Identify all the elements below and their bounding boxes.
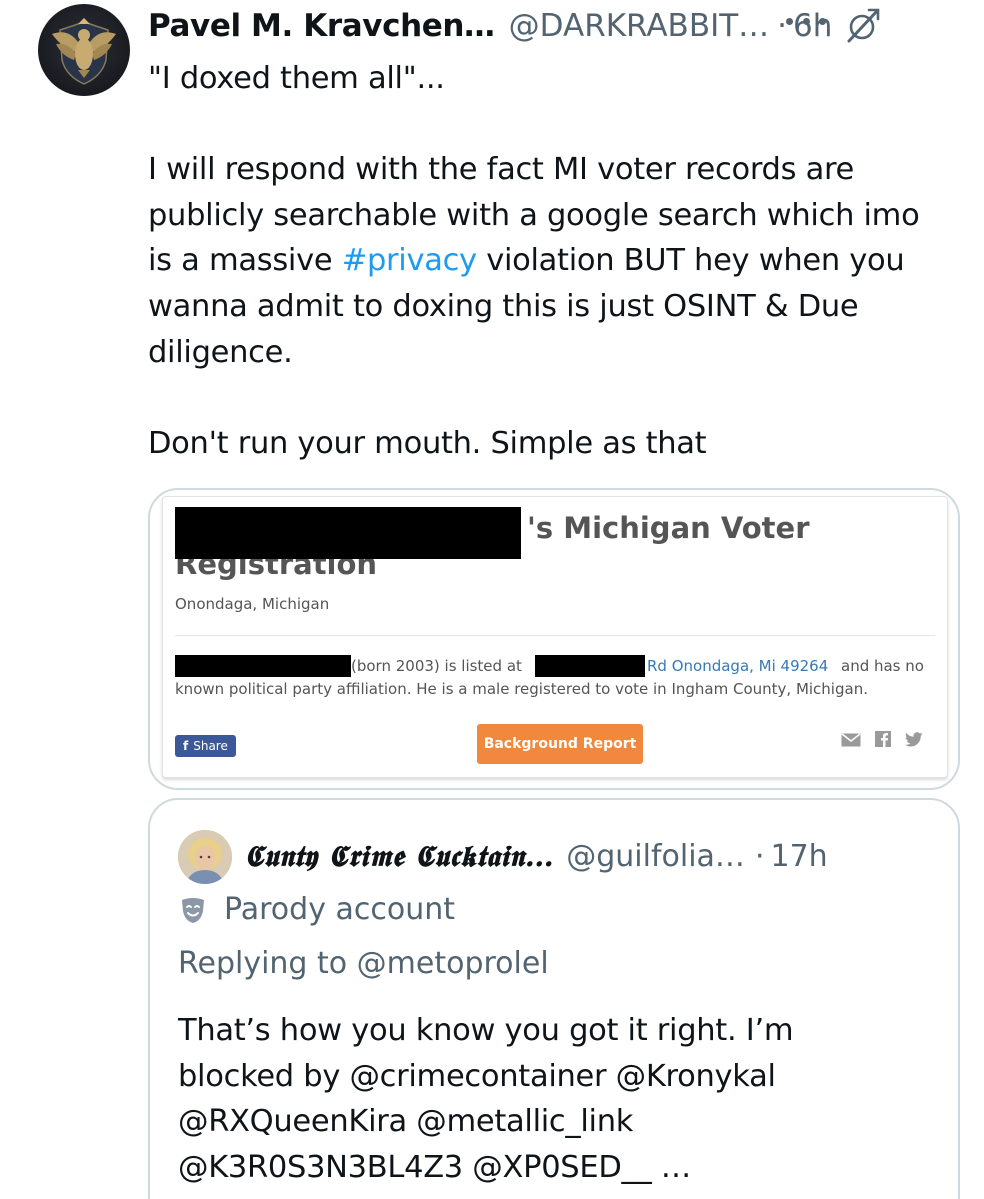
tweet-line: wanna admit to doxing this is just OSINT… bbox=[148, 288, 859, 324]
quoted-line: @K3R0S3N3BL4Z3 @XP0SED__ … bbox=[178, 1149, 692, 1185]
voter-record-panel: Registration 's Michigan Voter Onondaga,… bbox=[162, 496, 948, 778]
tweet-text-segment: is a massive bbox=[148, 243, 342, 279]
parody-label-row: Parody account bbox=[178, 892, 455, 927]
facebook-share-button[interactable]: f Share bbox=[175, 735, 236, 757]
facebook-icon: f bbox=[183, 739, 189, 753]
quoted-display-name[interactable]: 𝕮𝖚𝖓𝖙𝖞 𝕮𝖗𝖎𝖒𝖊 𝕮𝖚𝖈𝖐𝖙𝖆𝖎𝖓… bbox=[244, 839, 554, 874]
eagle-crest-icon bbox=[52, 18, 116, 85]
desc-born: (born 2003) is listed at bbox=[351, 657, 522, 675]
quoted-tweet-text: That’s how you know you got it right. I’… bbox=[178, 1008, 948, 1190]
quoted-handle[interactable]: @guilfolia… bbox=[566, 839, 745, 874]
author-handle[interactable]: @DARKRABBIT… bbox=[509, 6, 770, 46]
tweet-line: publicly searchable with a google search… bbox=[148, 197, 920, 233]
quoted-line: blocked by @crimecontainer @Kronykal bbox=[178, 1058, 776, 1094]
tweet-line: is a massive #privacy violation BUT hey … bbox=[148, 238, 958, 284]
quoted-tweet-header: 𝕮𝖚𝖓𝖙𝖞 𝕮𝖗𝖎𝖒𝖊 𝕮𝖚𝖈𝖐𝖙𝖆𝖎𝖓… @guilfolia… · 17h bbox=[244, 834, 944, 878]
quoted-line: @RXQueenKira @metallic_link bbox=[178, 1104, 634, 1140]
replying-to[interactable]: Replying to @metoprolel bbox=[178, 946, 549, 981]
tweet-line: "I doxed them all"... bbox=[148, 61, 445, 96]
quoted-author-avatar[interactable] bbox=[178, 830, 232, 884]
tweet-line: Don't run your mouth. Simple as that bbox=[148, 425, 707, 461]
email-icon[interactable] bbox=[841, 732, 861, 751]
redaction-bar bbox=[175, 507, 521, 559]
background-report-button[interactable]: Background Report bbox=[477, 724, 643, 764]
tweet-text-segment: violation BUT hey when you bbox=[476, 243, 905, 279]
parody-account-label: Parody account bbox=[224, 892, 456, 927]
verified-org-icon bbox=[844, 7, 882, 45]
twitter-icon[interactable] bbox=[905, 731, 923, 751]
theater-mask-icon bbox=[178, 895, 208, 925]
desc-line2: known political party affiliation. He is… bbox=[175, 680, 868, 698]
tweet-view: Pavel M. Kravchen… @DARKRABBIT… · 6h "I … bbox=[0, 0, 984, 1199]
separator-dot: · bbox=[754, 838, 765, 874]
divider bbox=[175, 635, 935, 636]
author-avatar[interactable] bbox=[38, 4, 130, 96]
tweet-header: Pavel M. Kravchen… @DARKRABBIT… · 6h bbox=[148, 4, 968, 48]
address-link[interactable]: Rd Onondaga, Mi 49264 bbox=[647, 655, 828, 678]
voter-location: Onondaga, Michigan bbox=[175, 595, 330, 613]
quoted-line: That’s how you know you got it right. I’… bbox=[178, 1013, 794, 1048]
voter-description: (born 2003) is listed at Rd Onondaga, Mi… bbox=[175, 655, 945, 701]
tweet-text: "I doxed them all"... I will respond wit… bbox=[148, 56, 958, 466]
more-icon[interactable] bbox=[786, 10, 826, 32]
hashtag-link[interactable]: #privacy bbox=[342, 243, 477, 278]
share-icons-row bbox=[841, 731, 923, 751]
quoted-timestamp[interactable]: 17h bbox=[770, 839, 827, 874]
voter-title-line1: 's Michigan Voter bbox=[527, 511, 810, 545]
author-display-name[interactable]: Pavel M. Kravchen… bbox=[148, 6, 495, 46]
share-label: Share bbox=[193, 739, 228, 753]
attached-image[interactable]: Registration 's Michigan Voter Onondaga,… bbox=[148, 488, 960, 790]
tweet-line: diligence. bbox=[148, 334, 293, 370]
redaction-bar bbox=[535, 655, 645, 677]
quoted-tweet[interactable]: 𝕮𝖚𝖓𝖙𝖞 𝕮𝖗𝖎𝖒𝖊 𝕮𝖚𝖈𝖐𝖙𝖆𝖎𝖓… @guilfolia… · 17h … bbox=[148, 798, 960, 1199]
tweet-line: I will respond with the fact MI voter re… bbox=[148, 152, 854, 188]
desc-affiliation: and has no bbox=[841, 657, 924, 675]
redaction-bar bbox=[175, 655, 351, 677]
facebook-icon[interactable] bbox=[875, 731, 891, 751]
